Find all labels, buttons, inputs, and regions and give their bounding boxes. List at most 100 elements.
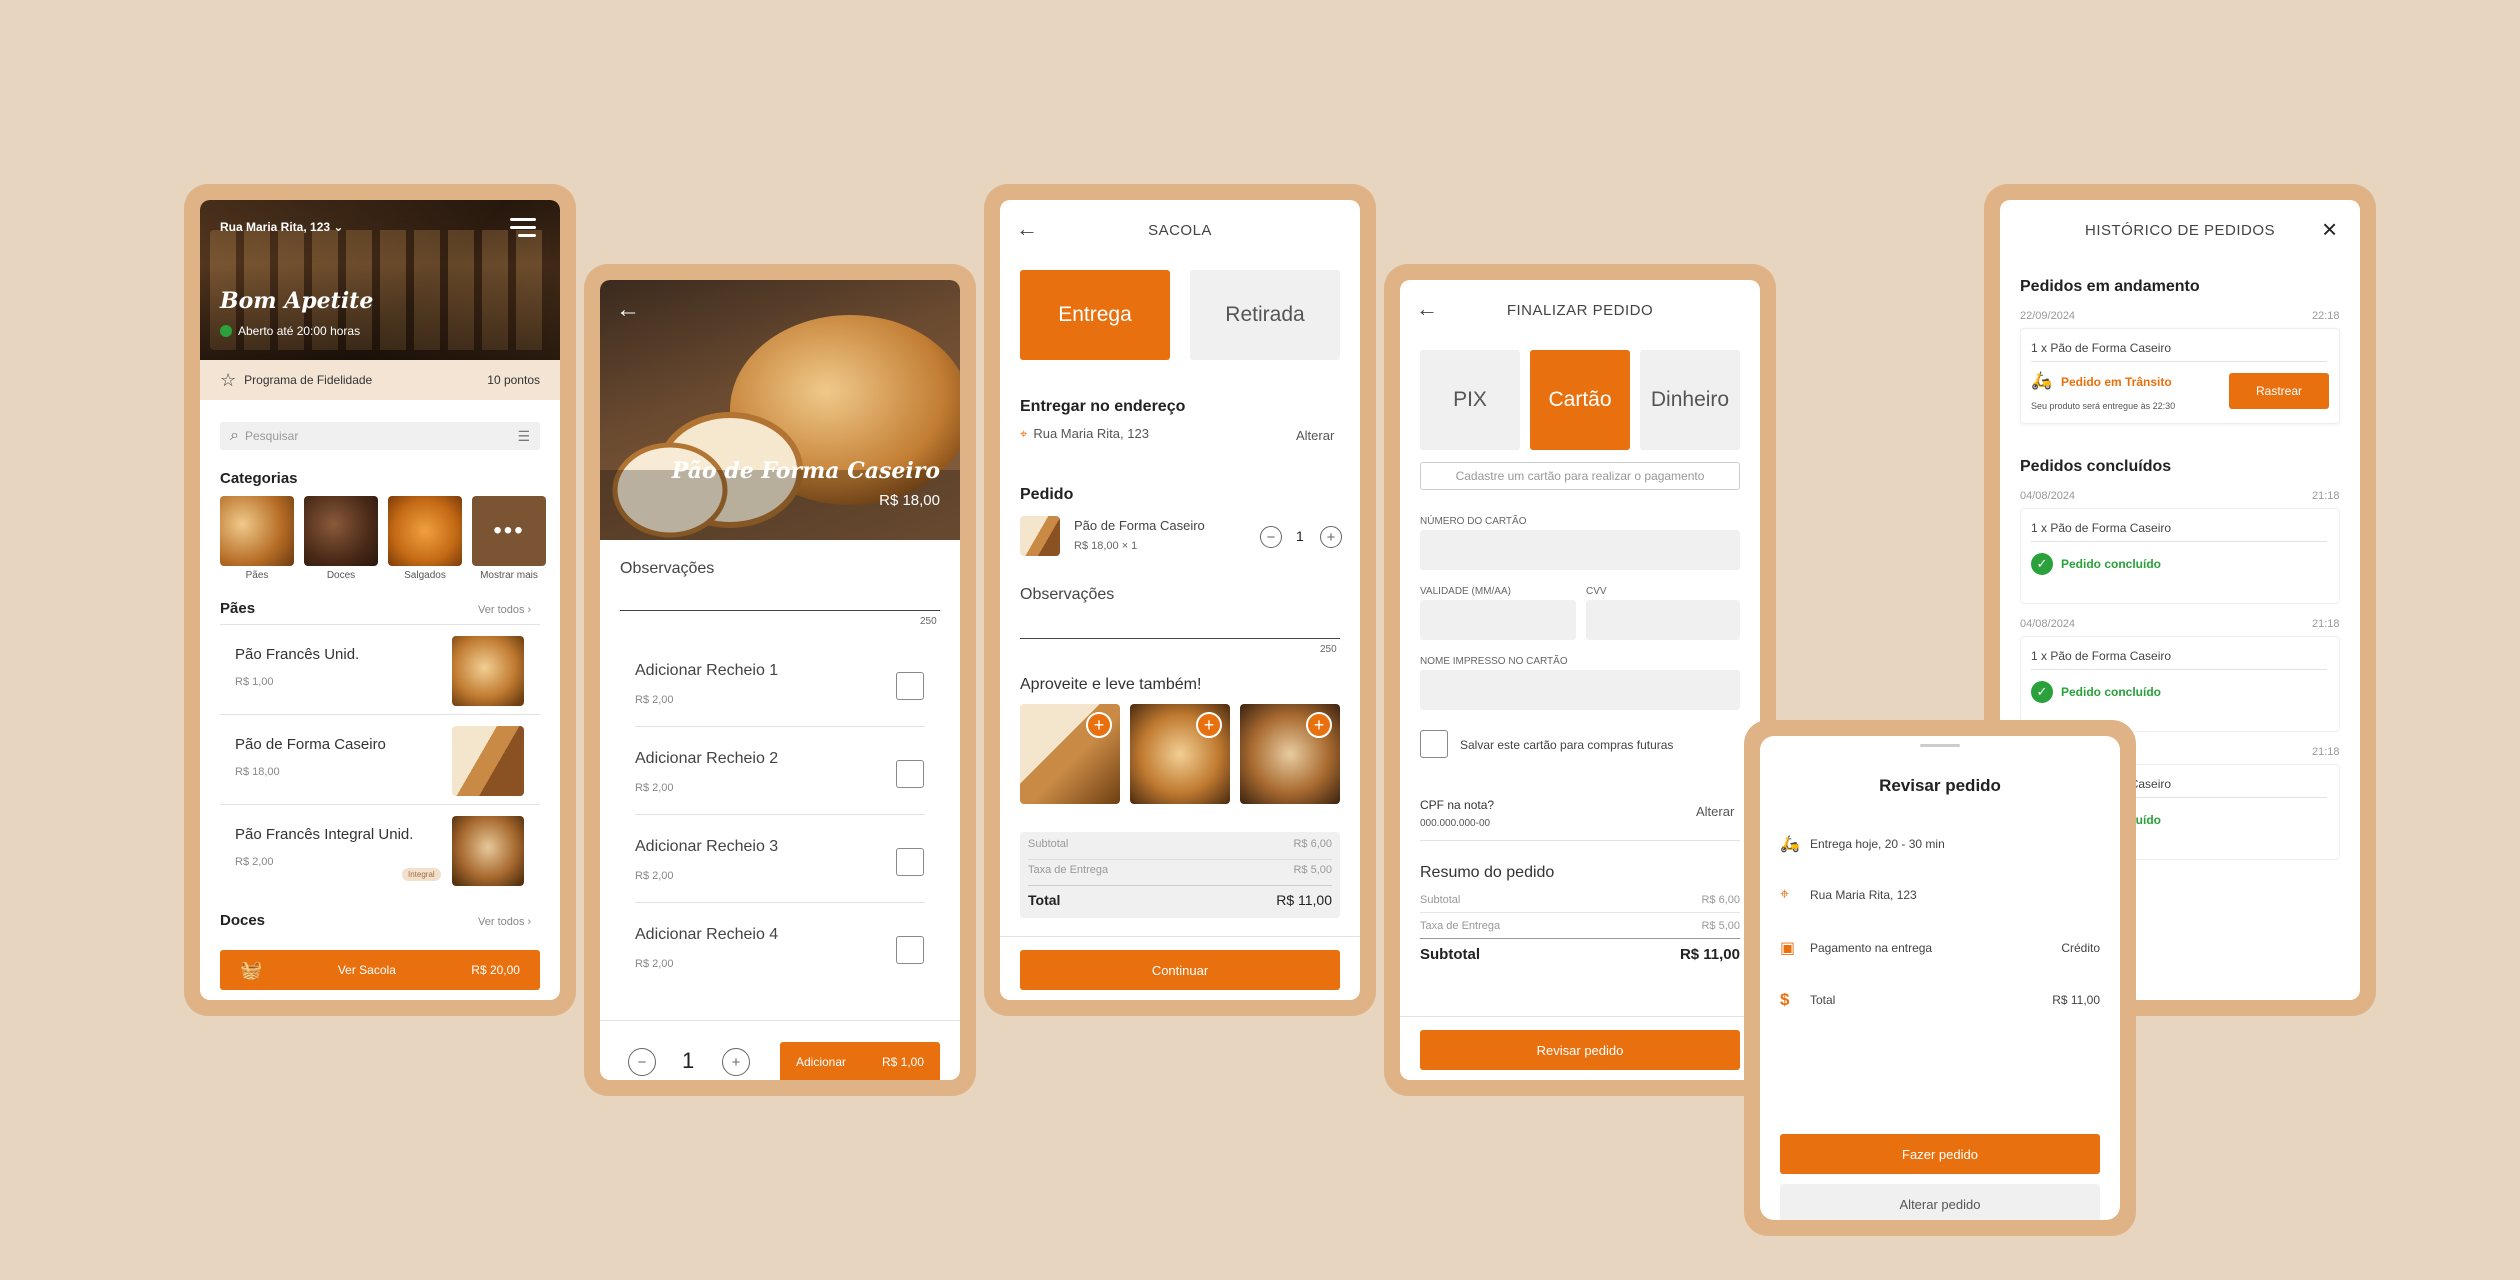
order-title: Pedido <box>1020 486 1074 503</box>
order-summary: Subtotal R$ 6,00 Taxa de Entrega R$ 5,00 T… <box>1020 832 1340 918</box>
fee-value: R$ 5,00 <box>1701 920 1740 932</box>
product-name: Pão Francês Unid. <box>235 646 360 663</box>
back-arrow-icon[interactable]: ← <box>616 296 640 324</box>
section-title-doces: Doces <box>220 912 266 929</box>
product-item[interactable]: Pão Francês Unid. R$ 1,00 <box>220 630 540 710</box>
category-salgados[interactable]: Salgados <box>388 496 462 581</box>
continue-button[interactable]: Continuar <box>1020 950 1340 990</box>
loyalty-label: Programa de Fidelidade <box>244 373 373 387</box>
add-card-hint[interactable]: Cadastre um cartão para realizar o pagam… <box>1420 462 1740 490</box>
review-address: Rua Maria Rita, 123 <box>1810 888 1917 902</box>
filling-option[interactable]: Adicionar Recheio 2 R$ 2,00 <box>620 728 940 816</box>
pay-card-button[interactable]: Cartão <box>1530 350 1630 450</box>
cvv-input[interactable] <box>1586 600 1740 640</box>
filling-checkbox[interactable] <box>896 760 924 788</box>
filling-option[interactable]: Adicionar Recheio 1 R$ 2,00 <box>620 640 940 728</box>
filling-checkbox[interactable] <box>896 672 924 700</box>
see-all-doces-link[interactable]: Ver todos › <box>478 916 531 928</box>
change-address-link[interactable]: Alterar <box>1296 428 1334 443</box>
filling-checkbox[interactable] <box>896 936 924 964</box>
category-show-more[interactable]: ••• Mostrar mais <box>472 496 546 581</box>
order-status: Pedido concluído <box>2061 685 2162 699</box>
category-paes[interactable]: Pães <box>220 496 294 581</box>
tab-delivery[interactable]: Entrega <box>1020 270 1170 360</box>
track-button[interactable]: Rastrear <box>2229 373 2329 409</box>
add-circle-icon[interactable]: + <box>1306 712 1332 738</box>
product-title: Pão de Forma Caseiro <box>671 458 940 484</box>
category-label: Doces <box>326 570 356 581</box>
order-time: 21:18 <box>2312 618 2340 630</box>
current-order-card[interactable]: 1 x Pão de Forma Caseiro 🛵 Pedido em Trâ… <box>2020 328 2340 424</box>
filling-price: R$ 2,00 <box>635 782 674 794</box>
filling-checkbox[interactable] <box>896 848 924 876</box>
plus-icon[interactable]: + <box>722 1048 750 1076</box>
notes-input[interactable] <box>620 610 940 611</box>
view-bag-label: Ver Sacola <box>337 963 396 977</box>
product-price: R$ 2,00 <box>235 856 274 868</box>
search-icon: ⌕ <box>230 427 239 444</box>
item-name: Pão de Forma Caseiro <box>1074 518 1205 533</box>
cardholder-name-input[interactable] <box>1420 670 1740 710</box>
search-input[interactable]: ⌕ Pesquisar ☰ <box>220 422 540 450</box>
card-number-input[interactable] <box>1420 530 1740 570</box>
add-circle-icon[interactable]: + <box>1196 712 1222 738</box>
review-sheet: Revisar pedido 🛵 Entrega hoje, 20 - 30 m… <box>1760 736 2120 1220</box>
done-order-card[interactable]: 1 x Pão de Forma Caseiro ✓ Pedido conclu… <box>2020 636 2340 732</box>
category-label: Pães <box>245 570 269 581</box>
upsell-item[interactable]: + <box>1130 704 1230 804</box>
product-item[interactable]: Pão Francês Integral Unid. R$ 2,00 Integ… <box>220 810 540 890</box>
category-doces[interactable]: Doces <box>304 496 378 581</box>
address-text: Rua Maria Rita, 123 <box>220 220 331 234</box>
expiry-input[interactable] <box>1420 600 1576 640</box>
product-item[interactable]: Pão de Forma Caseiro R$ 18,00 <box>220 720 540 800</box>
filling-price: R$ 2,00 <box>635 958 674 970</box>
filter-icon[interactable]: ☰ <box>517 428 530 445</box>
pay-cash-button[interactable]: Dinheiro <box>1640 350 1740 450</box>
minus-icon[interactable]: − <box>628 1048 656 1076</box>
search-placeholder: Pesquisar <box>244 429 299 443</box>
place-order-button[interactable]: Fazer pedido <box>1780 1134 2100 1174</box>
order-time: 21:18 <box>2312 746 2340 758</box>
cardholder-name-label: NOME IMPRESSO NO CARTÃO <box>1420 656 1568 667</box>
upsell-item[interactable]: + <box>1240 704 1340 804</box>
product-price: R$ 18,00 <box>879 492 940 509</box>
notes-input[interactable] <box>1020 638 1340 639</box>
filling-label: Adicionar Recheio 4 <box>635 926 779 943</box>
order-date: 04/08/2024 <box>2020 490 2076 502</box>
cash-icon: ▣ <box>1780 940 1796 957</box>
notes-char-count: 250 <box>920 616 937 627</box>
delivery-address: Rua Maria Rita, 123 <box>1033 426 1149 441</box>
filling-label: Adicionar Recheio 2 <box>635 750 779 767</box>
pay-pix-button[interactable]: PIX <box>1420 350 1520 450</box>
minus-icon[interactable]: − <box>1260 526 1282 548</box>
review-order-button[interactable]: Revisar pedido <box>1420 1030 1740 1070</box>
change-order-button[interactable]: Alterar pedido <box>1780 1184 2100 1220</box>
upsell-item[interactable]: + <box>1020 704 1120 804</box>
filling-option[interactable]: Adicionar Recheio 4 R$ 2,00 <box>620 904 940 992</box>
add-to-bag-button[interactable]: Adicionar R$ 1,00 <box>780 1042 940 1080</box>
add-label: Adicionar <box>796 1055 847 1069</box>
order-status: Pedido concluído <box>2061 557 2162 571</box>
close-icon[interactable]: × <box>2322 214 2337 245</box>
add-price: R$ 1,00 <box>881 1055 924 1069</box>
filling-option[interactable]: Adicionar Recheio 3 R$ 2,00 <box>620 816 940 904</box>
payment-label: Pagamento na entrega <box>1810 941 1933 955</box>
deliver-to-title: Entregar no endereço <box>1020 398 1186 415</box>
view-bag-button[interactable]: 🧺 Ver Sacola R$ 20,00 <box>220 950 540 990</box>
change-cpf-link[interactable]: Alterar <box>1696 804 1734 819</box>
tab-pickup[interactable]: Retirada <box>1190 270 1340 360</box>
see-all-paes-link[interactable]: Ver todos › <box>478 604 531 616</box>
menu-icon[interactable] <box>510 218 536 237</box>
sheet-handle[interactable] <box>1920 744 1960 747</box>
save-card-checkbox[interactable] <box>1420 730 1448 758</box>
delivery-time: Entrega hoje, 20 - 30 min <box>1810 837 1945 851</box>
add-circle-icon[interactable]: + <box>1086 712 1112 738</box>
loyalty-bar[interactable]: ☆ Programa de Fidelidade 10 pontos <box>200 360 560 400</box>
open-status: Aberto até 20:00 horas <box>238 324 361 338</box>
address-selector[interactable]: Rua Maria Rita, 123 ⌄ <box>220 220 343 234</box>
item-qty: 1 <box>1296 528 1304 544</box>
store-name: Bom Apetite <box>220 288 374 314</box>
notes-char-count: 250 <box>1320 644 1337 655</box>
done-order-card[interactable]: 1 x Pão de Forma Caseiro ✓ Pedido conclu… <box>2020 508 2340 604</box>
plus-icon[interactable]: + <box>1320 526 1342 548</box>
